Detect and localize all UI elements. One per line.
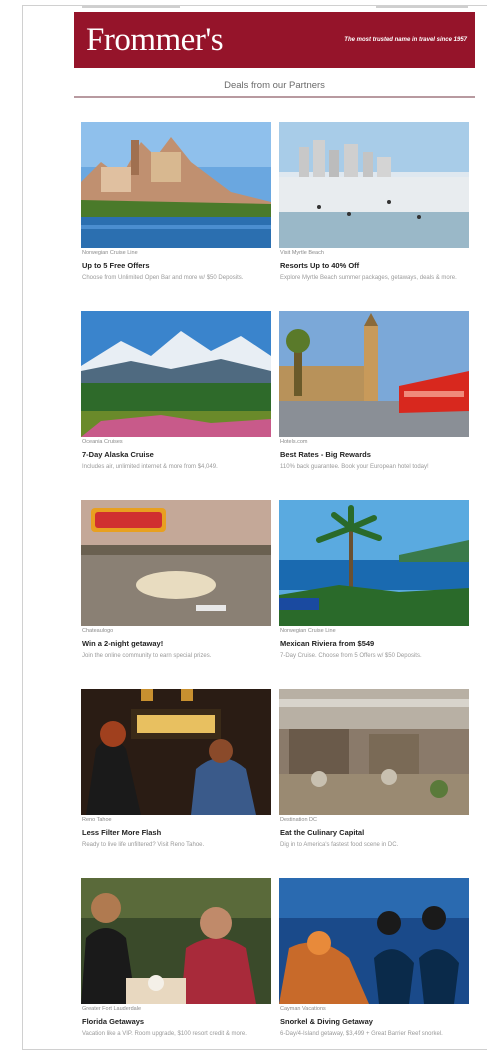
deal-description: 110% back guarantee. Book your European … [280,464,429,470]
deal-title[interactable]: Best Rates - Big Rewards [280,450,371,459]
deal-description: Join the online community to earn specia… [82,653,212,659]
deal-description: Ready to live life unfiltered? Visit Ren… [82,842,205,848]
deal-card[interactable]: Cayman Vacations Snorkel & Diving Getawa… [279,878,469,1055]
deal-partner: Norwegian Cruise Line [280,628,336,634]
street-cafe-photo[interactable] [279,689,469,815]
deal-partner: Reno Tahoe [82,817,112,823]
frommers-logo[interactable]: Frommer's [86,22,224,59]
alaska-mountains-photo[interactable] [81,311,271,437]
top-rule-right [376,6,468,8]
deal-title[interactable]: Win a 2-night getaway! [82,639,163,648]
deal-partner: Destination DC [280,817,317,823]
deal-title[interactable]: Up to 5 Free Offers [82,261,150,270]
deal-title[interactable]: Eat the Culinary Capital [280,828,364,837]
deal-partner: Hotels.com [280,439,308,445]
deal-title[interactable]: Less Filter More Flash [82,828,161,837]
deal-card[interactable]: Greater Fort Lauderdale Florida Getaways… [81,878,271,1055]
deal-card[interactable]: Norwegian Cruise Line Mexican Riviera fr… [279,500,469,685]
header-tagline: The most trusted name in travel since 19… [344,37,467,43]
town-on-river-photo[interactable] [81,122,271,248]
reno-bar-couple-photo[interactable] [81,689,271,815]
deal-title[interactable]: 7-Day Alaska Cruise [82,450,154,459]
deal-card[interactable]: Oceania Cruises 7-Day Alaska Cruise Incl… [81,311,271,496]
deal-partner: Norwegian Cruise Line [82,250,138,256]
london-big-ben-photo[interactable] [279,311,469,437]
deal-partner: Cayman Vacations [280,1006,326,1012]
deal-card[interactable]: Reno Tahoe Less Filter More Flash Ready … [81,689,271,874]
deal-description: Explore Myrtle Beach summer packages, ge… [280,275,457,281]
deal-card[interactable]: Chateaulogo Win a 2-night getaway! Join … [81,500,271,685]
river-boat-sign-photo[interactable] [81,500,271,626]
deal-card[interactable]: Hotels.com Best Rates - Big Rewards 110%… [279,311,469,496]
deal-title[interactable]: Mexican Riviera from $549 [280,639,374,648]
palm-tree-coast-photo[interactable] [279,500,469,626]
deal-title[interactable]: Resorts Up to 40% Off [280,261,359,270]
deal-description: Includes air, unlimited internet & more … [82,464,218,470]
deal-partner: Oceania Cruises [82,439,123,445]
deal-card[interactable]: Destination DC Eat the Culinary Capital … [279,689,469,874]
top-rule-left [82,6,180,8]
deal-description: Dig in to America's fastest food scene i… [280,842,399,848]
frommers-header[interactable]: Frommer's The most trusted name in trave… [74,12,475,68]
section-title: Deals from our Partners [74,74,475,98]
friends-dining-photo[interactable] [81,878,271,1004]
deal-card[interactable]: Norwegian Cruise Line Up to 5 Free Offer… [81,122,271,307]
deal-card[interactable]: Visit Myrtle Beach Resorts Up to 40% Off… [279,122,469,307]
deal-title[interactable]: Snorkel & Diving Getaway [280,1017,373,1026]
deal-partner: Chateaulogo [82,628,114,634]
deal-title[interactable]: Florida Getaways [82,1017,144,1026]
deal-description: 6-Day/4-Island getaway, $3,499 + Great B… [280,1031,443,1037]
beach-city-photo[interactable] [279,122,469,248]
deal-description: 7-Day Cruise. Choose from 5 Offers w/ $5… [280,653,422,659]
deal-partner: Greater Fort Lauderdale [82,1006,142,1012]
deal-description: Choose from Unlimited Open Bar and more … [82,275,244,281]
deal-description: Vacation like a VIP. Room upgrade, $100 … [82,1031,247,1037]
deal-partner: Visit Myrtle Beach [280,250,324,256]
scuba-divers-photo[interactable] [279,878,469,1004]
